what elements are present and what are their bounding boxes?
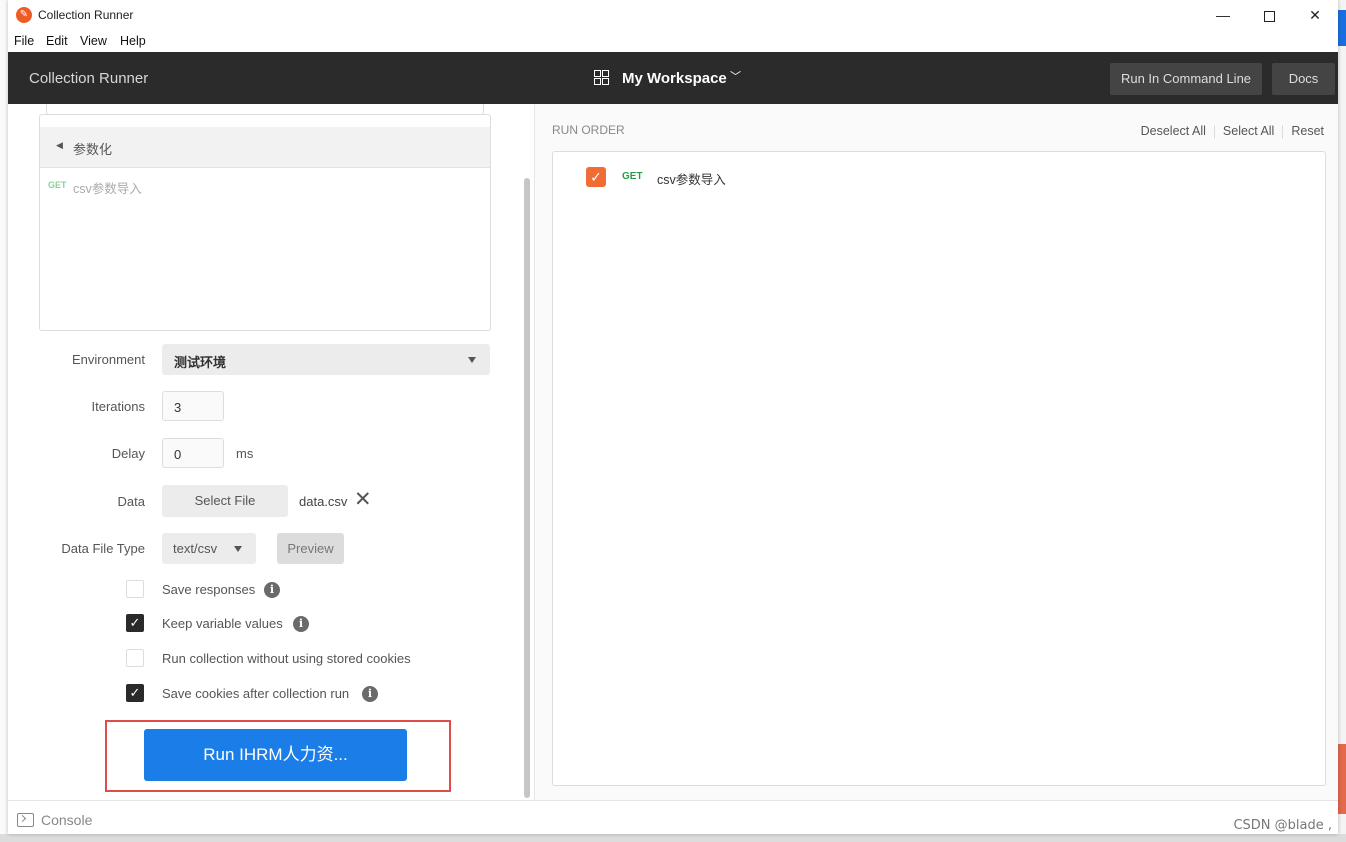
info-icon[interactable]: i (264, 582, 280, 598)
divider (1213, 124, 1215, 139)
title-bar: ✎ Collection Runner — ✕ (8, 0, 1338, 30)
run-order-item-name: csv参数导入 (657, 173, 726, 187)
select-file-button[interactable]: Select File (162, 485, 288, 517)
run-order-list: ✓ GET csv参数导入 (552, 151, 1326, 786)
environment-select[interactable]: 测试环境 (162, 344, 490, 375)
no-stored-cookies-checkbox[interactable] (126, 649, 144, 667)
console-toggle[interactable]: Console (41, 812, 92, 828)
request-row[interactable]: GET csv参数导入 (40, 177, 490, 199)
info-icon[interactable]: i (362, 686, 378, 702)
run-order-title: RUN ORDER (552, 123, 625, 137)
data-file-type-value: text/csv (173, 541, 218, 556)
menu-help[interactable]: Help (120, 34, 146, 48)
window-title: Collection Runner (38, 8, 134, 22)
menu-edit[interactable]: Edit (46, 34, 68, 48)
data-label: Data (117, 494, 145, 509)
data-file-type-label: Data File Type (61, 541, 145, 556)
app-header: Collection Runner My Workspace ﹀ Run In … (8, 52, 1338, 104)
close-button[interactable]: ✕ (1292, 0, 1338, 30)
runner-config-panel: ◀ 参数化 GET csv参数导入 Environment 测试环境 Itera… (8, 104, 534, 800)
menu-file[interactable]: File (14, 34, 34, 48)
maximize-icon (1263, 10, 1275, 22)
save-cookies-checkbox[interactable]: ✓ (126, 684, 144, 702)
console-icon (17, 813, 34, 827)
save-responses-checkbox[interactable] (126, 580, 144, 598)
menu-view[interactable]: View (80, 34, 107, 48)
keep-variable-values-label: Keep variable values (162, 616, 283, 631)
caret-left-icon: ◀ (56, 140, 63, 150)
grid-icon (594, 70, 610, 86)
maximize-button[interactable] (1246, 0, 1292, 30)
environment-label: Environment (72, 352, 145, 367)
no-stored-cookies-label: Run collection without using stored cook… (162, 651, 411, 666)
data-file-type-select[interactable]: text/csv (162, 533, 256, 564)
info-icon[interactable]: i (293, 616, 309, 632)
left-panel-scrollbar[interactable] (524, 178, 530, 798)
docs-button[interactable]: Docs (1272, 63, 1335, 95)
request-method: GET (48, 180, 67, 190)
iterations-input[interactable]: 3 (162, 391, 224, 421)
reset-link[interactable]: Reset (1291, 124, 1324, 138)
background-bottom (0, 834, 1346, 842)
background-window-edge-right (1338, 0, 1346, 842)
menu-bar: File Edit View Help (8, 30, 1338, 52)
delay-label: Delay (111, 446, 145, 461)
iterations-label: Iterations (91, 399, 145, 414)
save-cookies-label: Save cookies after collection run (162, 686, 350, 701)
run-order-item-checkbox[interactable]: ✓ (586, 167, 606, 187)
run-order-actions: Deselect All Select All Reset (1141, 124, 1324, 139)
run-order-item-method: GET (622, 171, 643, 182)
remove-file-icon[interactable]: ✕ (354, 488, 372, 512)
run-collection-button[interactable]: Run IHRM人力资... (144, 729, 407, 781)
run-order-panel: RUN ORDER Deselect All Select All Reset ✓ … (535, 104, 1338, 800)
collection-runner-window: ✎ Collection Runner — ✕ File Edit View H… (8, 0, 1338, 834)
delay-input[interactable]: 0 (162, 438, 224, 468)
divider (1282, 124, 1284, 139)
postman-logo-icon: ✎ (16, 7, 32, 23)
minimize-button[interactable]: — (1200, 0, 1246, 30)
environment-value: 测试环境 (174, 355, 227, 370)
workspace-label: My Workspace (622, 70, 727, 87)
collection-request-list: ◀ 参数化 GET csv参数导入 (39, 114, 491, 331)
select-all-link[interactable]: Select All (1223, 124, 1274, 138)
watermark: CSDN @blade , (1233, 818, 1332, 833)
status-bar: Console (8, 800, 1338, 834)
keep-variable-values-checkbox[interactable]: ✓ (126, 614, 144, 632)
deselect-all-link[interactable]: Deselect All (1141, 124, 1206, 138)
caret-down-icon (468, 357, 476, 363)
caret-down-icon (234, 546, 242, 552)
delay-unit: ms (236, 446, 254, 461)
folder-name: 参数化 (73, 142, 113, 157)
save-responses-label: Save responses (162, 582, 256, 597)
preview-button[interactable]: Preview (277, 533, 344, 564)
data-file-name: data.csv (299, 494, 348, 509)
folder-row[interactable]: ◀ 参数化 (40, 127, 490, 168)
header-title: Collection Runner (29, 70, 149, 87)
run-in-command-line-button[interactable]: Run In Command Line (1110, 63, 1262, 95)
request-name: csv参数导入 (73, 182, 142, 196)
chevron-down-icon: ﹀ (730, 71, 741, 83)
